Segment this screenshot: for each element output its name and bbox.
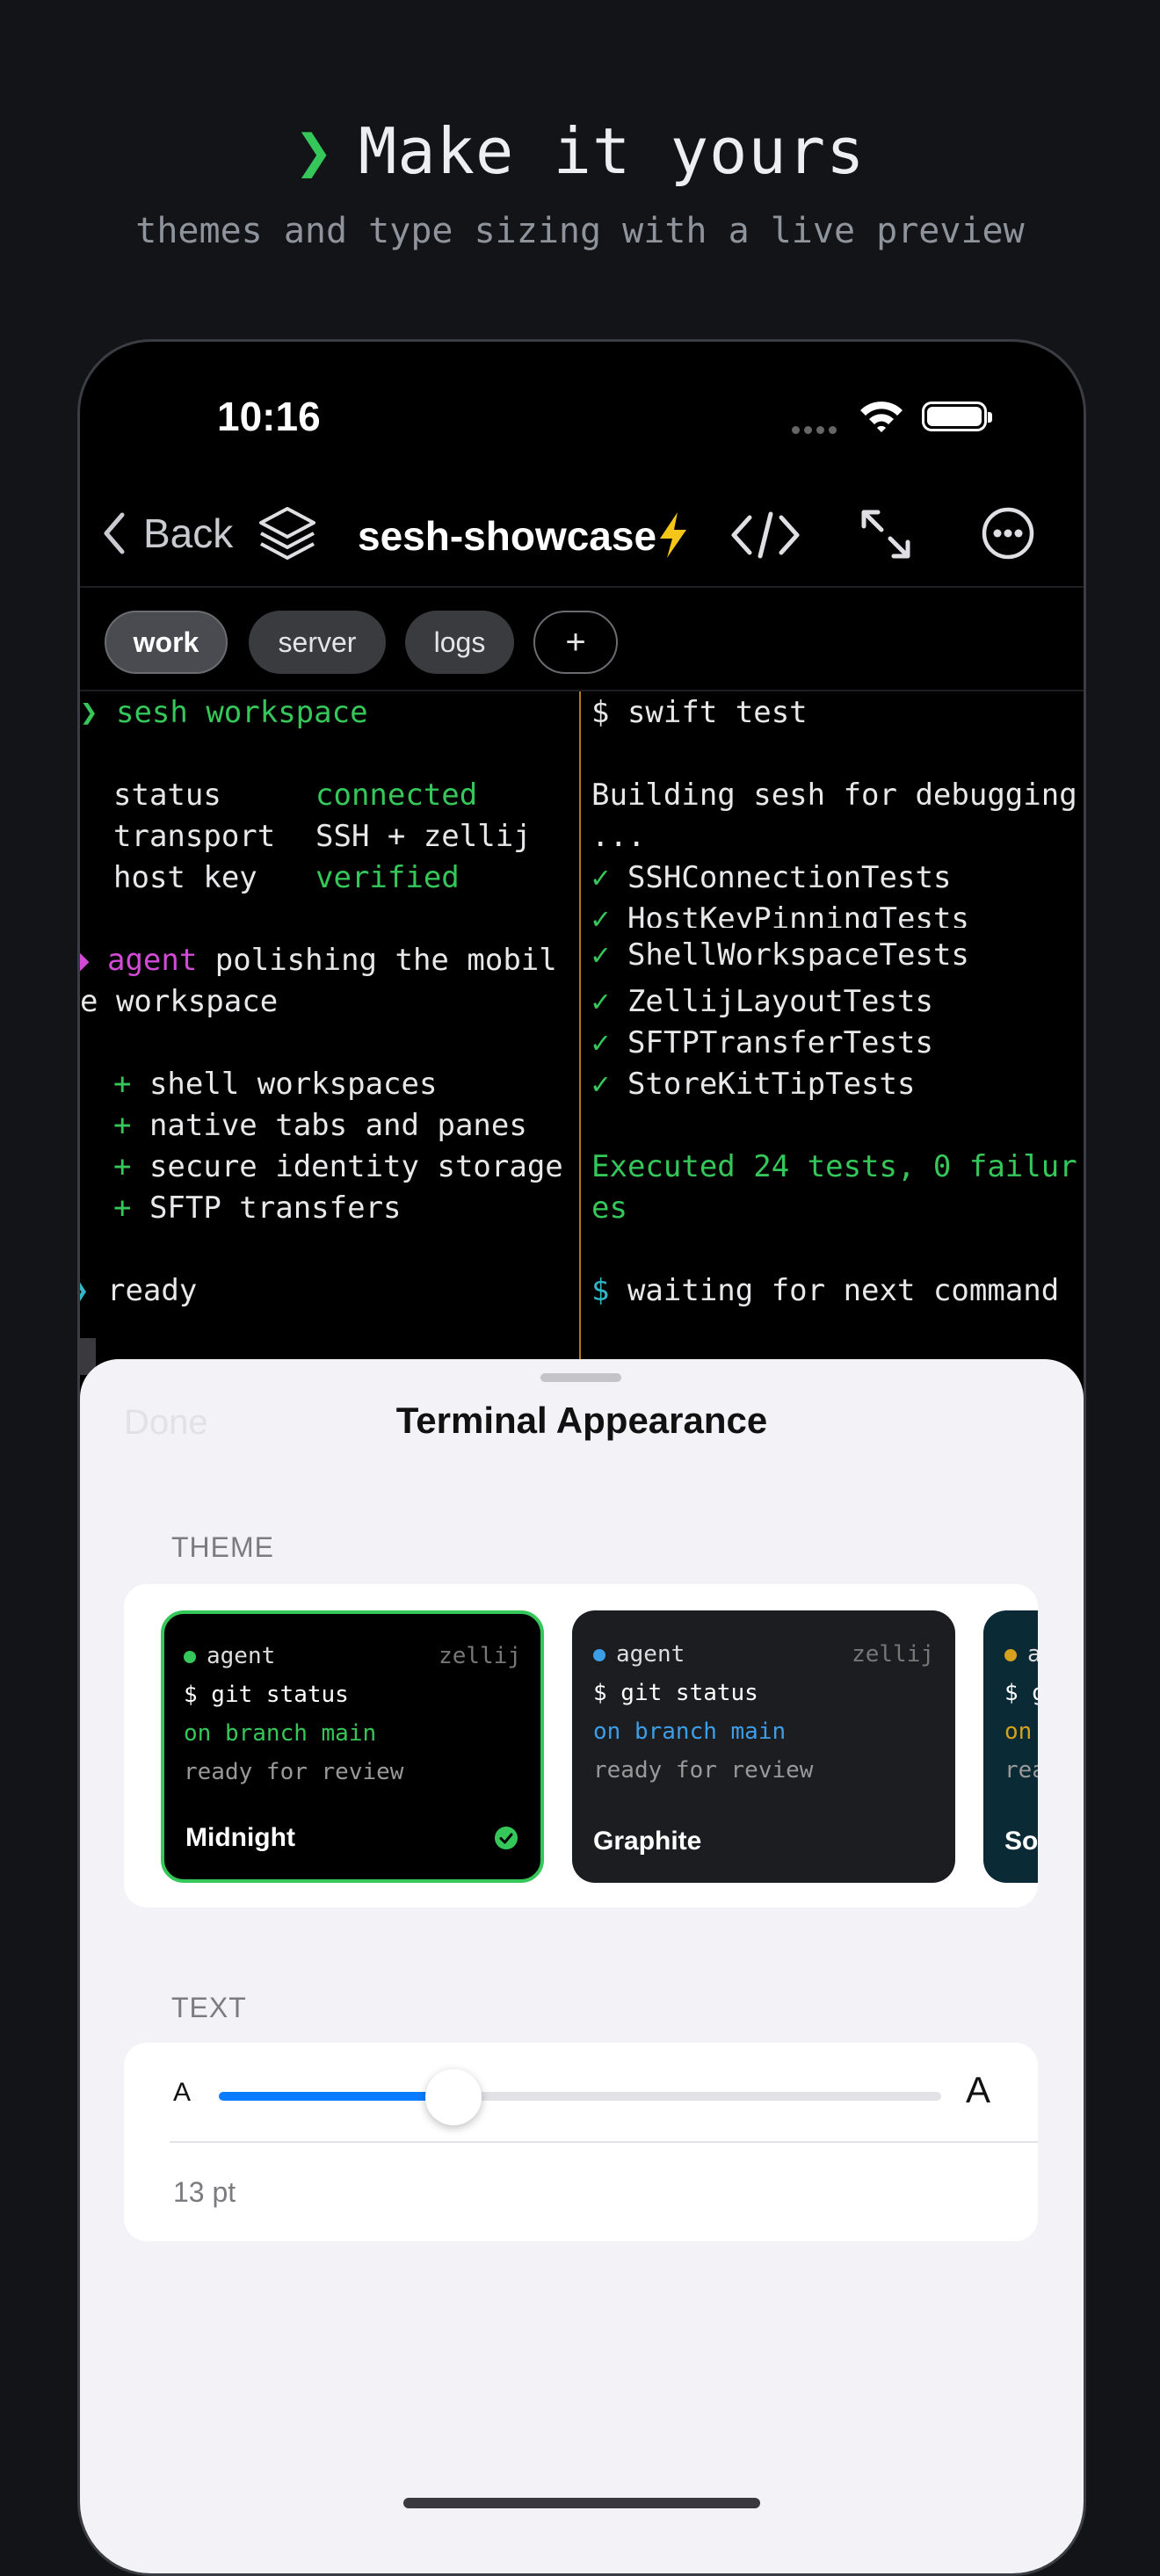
large-text-size-label: A (966, 2069, 991, 2110)
terminal-line: host key (113, 860, 257, 895)
code-brackets-icon[interactable] (730, 509, 801, 561)
terminal-line: $ swift test (591, 695, 808, 730)
theme-section-label: THEME (171, 1531, 274, 1563)
cellular-signal-icon (792, 423, 843, 434)
bolt-icon (660, 512, 686, 558)
terminal-line: $ waiting for next command (591, 1273, 1060, 1308)
wifi-icon (860, 402, 903, 432)
terminal-line: connected (315, 778, 478, 813)
battery-icon (922, 402, 992, 431)
terminal-line: transport (113, 819, 276, 854)
terminal-line: + native tabs and panes (113, 1108, 527, 1143)
layers-icon[interactable] (256, 503, 319, 565)
session-title: sesh-showcase (358, 513, 657, 559)
terminal-line: Executed 24 tests, 0 failur (591, 1149, 1077, 1184)
tab-logs[interactable]: logs (405, 611, 514, 674)
terminal-line: SSH + zellij (315, 819, 532, 854)
theme-option-partial[interactable]: a $ g on rea So (983, 1610, 1038, 1883)
terminal-line: ◆ agent polishing the mobil (80, 943, 557, 978)
terminal-line: status (113, 778, 221, 813)
terminal-line: Building sesh for debugging (591, 778, 1077, 813)
terminal-line: es (591, 1190, 627, 1226)
back-label: Back (143, 510, 234, 556)
slider-thumb[interactable] (425, 2069, 482, 2125)
pane-divider[interactable] (579, 691, 581, 1377)
terminal-line: ✓ ShellWorkspaceTests (591, 937, 969, 973)
more-options-icon[interactable] (980, 505, 1036, 561)
status-bar: 10:16 (80, 393, 1084, 454)
terminal-line: + SFTP transfers (113, 1190, 402, 1226)
expand-arrows-icon[interactable] (859, 507, 913, 561)
separator (170, 2141, 1038, 2143)
terminal-line: + shell workspaces (113, 1067, 438, 1102)
terminal-line: ❯ ready (80, 1273, 198, 1308)
terminal-line: e workspace (80, 984, 279, 1019)
terminal-line: ✓ SSHConnectionTests (591, 860, 952, 895)
hero-title-text: Make it yours (358, 114, 866, 188)
terminal-line: ❯ sesh workspace (80, 695, 368, 730)
sheet-title: Terminal Appearance (395, 1400, 768, 1441)
terminal-line: ✓ StoreKitTipTests (591, 1067, 916, 1102)
home-indicator (403, 2498, 760, 2508)
small-text-size-label: A (173, 2078, 192, 2107)
prompt-chevron-icon: ❯ (294, 114, 334, 188)
tab-work[interactable]: work (105, 611, 228, 674)
text-size-slider[interactable] (219, 2069, 941, 2125)
theme-option-midnight[interactable]: agent zellij $ git status on branch main … (161, 1610, 544, 1883)
terminal-line: ✓ SFTPTransferTests (591, 1025, 933, 1060)
add-tab-button[interactable]: + (533, 611, 618, 674)
appearance-sheet: Done Terminal Appearance THEME agent zell… (80, 1359, 1084, 2573)
terminal-line: + secure identity storage (113, 1149, 563, 1184)
back-button[interactable]: Back (103, 507, 233, 560)
theme-option-graphite[interactable]: agent zellij $ git status on branch main … (572, 1610, 955, 1883)
status-dot-icon (1004, 1648, 1017, 1661)
terminal-panes[interactable]: ❯ sesh workspace status connected transp… (80, 691, 1084, 1377)
navigation-bar: Back sesh-showcase (80, 481, 1084, 588)
status-dot-icon (593, 1648, 605, 1661)
tab-server[interactable]: server (249, 611, 386, 674)
slider-fill (219, 2092, 454, 2101)
text-size-value: 13 pt (173, 2176, 236, 2208)
text-section-label: TEXT (171, 1992, 247, 2023)
terminal-line: ✓ ZellijLayoutTests (591, 984, 933, 1019)
phone-frame: 10:16 Back sesh-showcase work server log… (77, 339, 1086, 2576)
terminal-line: ✓ HostKeyPinningTests (591, 901, 969, 928)
theme-picker-card: agent zellij $ git status on branch main … (124, 1584, 1038, 1907)
chevron-left-icon (104, 512, 125, 554)
hero-subtitle: themes and type sizing with a live previ… (135, 211, 1025, 251)
status-dot-icon (184, 1650, 196, 1663)
terminal-line: ... (591, 819, 646, 854)
hero-title: ❯ Make it yours (0, 114, 1160, 188)
text-size-card: A A 13 pt (124, 2043, 1038, 2241)
status-time: 10:16 (217, 394, 321, 439)
terminal-line: verified (315, 860, 460, 895)
session-tab-bar: work server logs + (80, 588, 1084, 691)
sheet-grabber[interactable] (540, 1373, 621, 1382)
checkmark-icon (495, 1827, 518, 1849)
